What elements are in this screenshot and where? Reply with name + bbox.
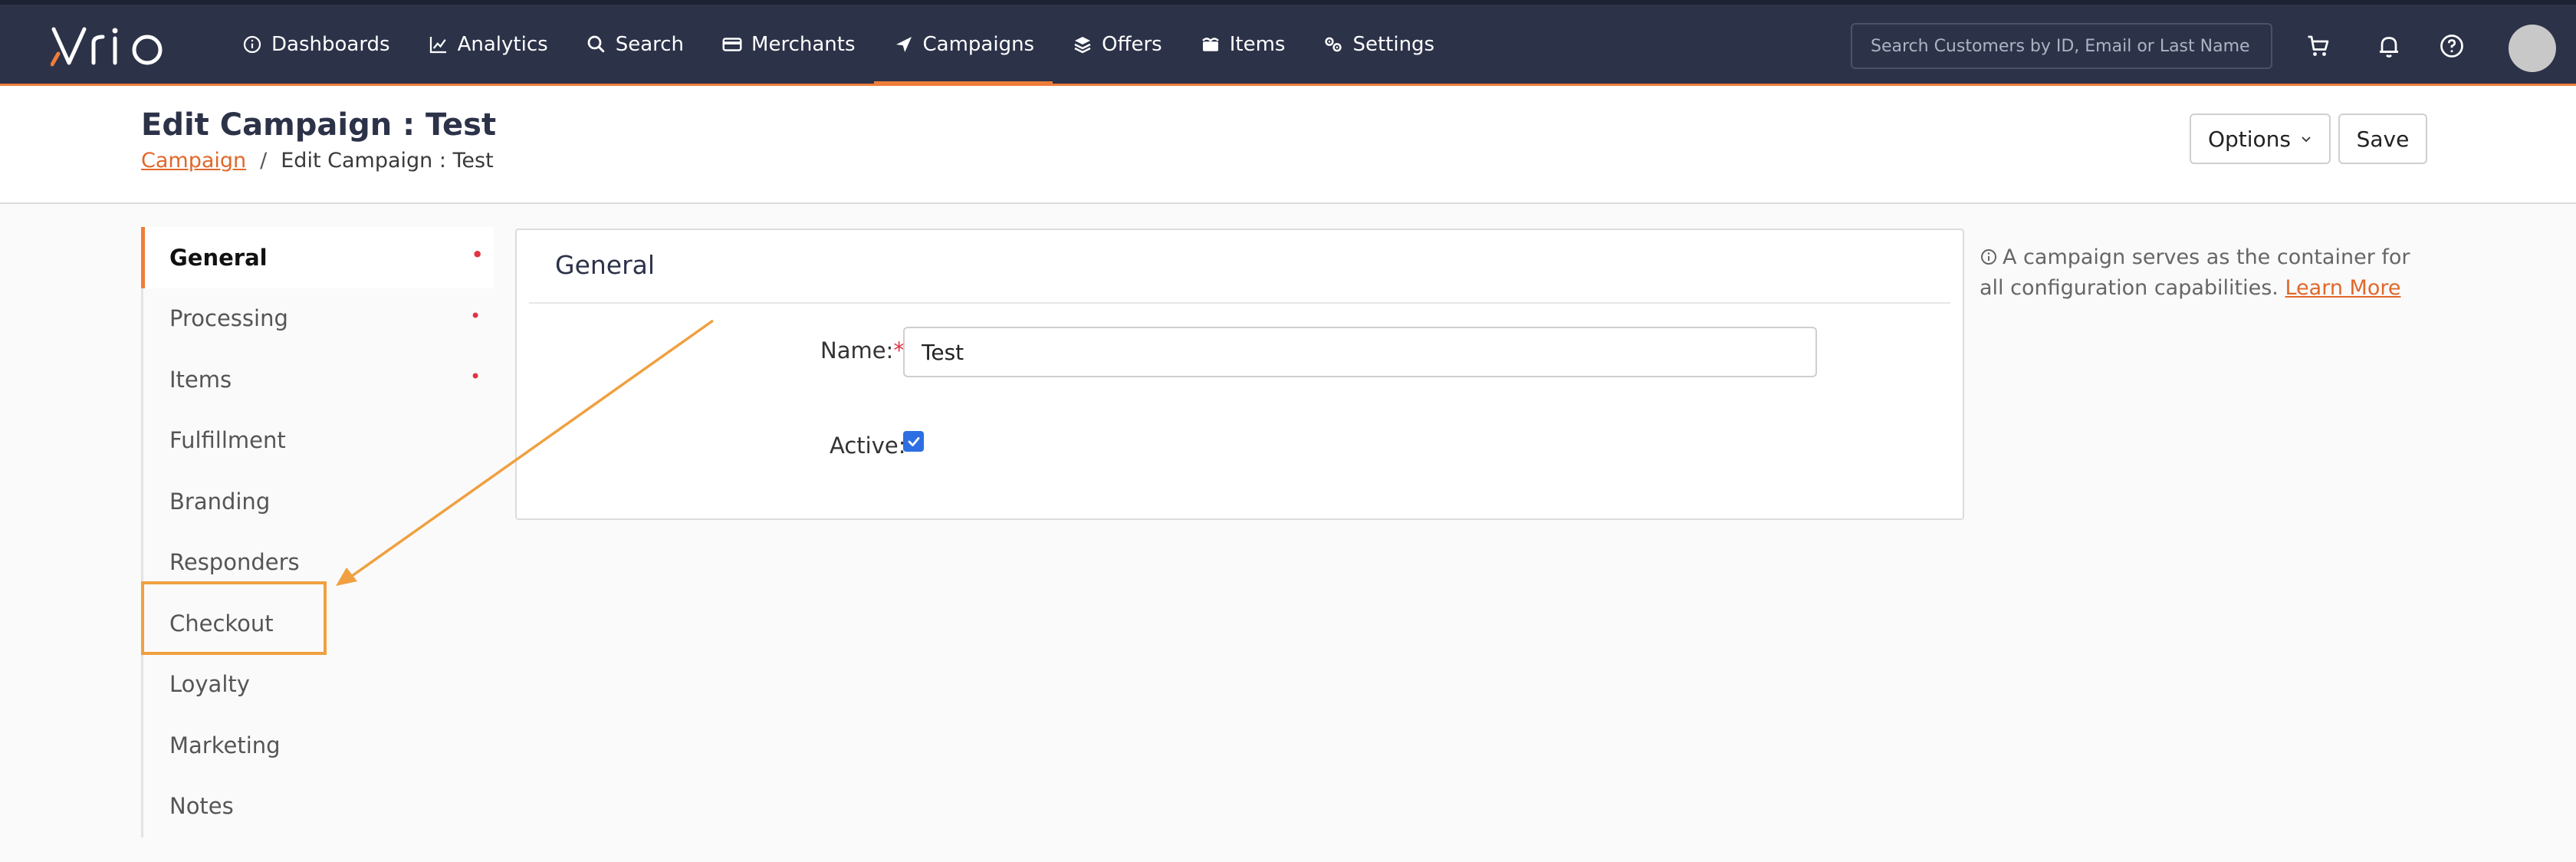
nav-label: Settings: [1352, 32, 1435, 56]
cart-icon[interactable]: [2305, 32, 2332, 60]
required-indicator: •: [470, 366, 481, 387]
name-field-label: Name:*: [820, 337, 905, 364]
learn-more-link[interactable]: Learn More: [2285, 276, 2400, 300]
sidebar-item-label: Processing: [169, 305, 288, 332]
search-icon: [587, 35, 604, 52]
gears-icon: [1325, 37, 1342, 51]
sidebar-item-label: Items: [169, 366, 232, 393]
send-arrow-icon: [895, 36, 912, 52]
nav-label: Items: [1229, 32, 1286, 56]
required-indicator: •: [472, 244, 484, 265]
main-nav: Dashboards Analytics Search Merchants Ca…: [222, 5, 1453, 86]
campaign-info-note: A campaign serves as the container for a…: [1980, 242, 2440, 304]
breadcrumb-campaign-link[interactable]: Campaign: [141, 149, 246, 173]
card-divider: [529, 302, 1950, 304]
line-chart-icon: [429, 36, 446, 53]
vrio-logo[interactable]: [51, 26, 173, 69]
nav-label: Analytics: [457, 32, 548, 56]
page-title: Edit Campaign : Test: [141, 107, 497, 143]
sidebar-item-label: Fulfillment: [169, 427, 286, 454]
sidebar-item-label: Marketing: [169, 732, 281, 758]
help-icon[interactable]: [2438, 32, 2466, 60]
avatar[interactable]: [2509, 25, 2556, 72]
sidebar-item-checkout[interactable]: Checkout: [143, 593, 494, 654]
customer-search-input[interactable]: [1851, 23, 2272, 69]
nav-settings[interactable]: Settings: [1303, 5, 1453, 84]
sidebar-item-notes[interactable]: Notes: [143, 776, 494, 837]
nav-merchants[interactable]: Merchants: [702, 5, 873, 84]
sidebar-item-label: General: [169, 244, 268, 271]
campaign-sections-sidebar: General • Processing • Items • Fulfillme…: [141, 227, 494, 837]
checkmark-icon: [908, 436, 919, 446]
nav-label: Merchants: [751, 32, 856, 56]
sidebar-item-label: Loyalty: [169, 671, 250, 698]
sidebar-item-label: Notes: [169, 793, 234, 820]
info-circle-icon: [1981, 249, 1996, 265]
nav-items[interactable]: Items: [1181, 5, 1304, 84]
sidebar-item-marketing[interactable]: Marketing: [143, 715, 494, 776]
sidebar-item-loyalty[interactable]: Loyalty: [143, 654, 494, 716]
required-indicator: •: [470, 304, 481, 327]
active-checkbox[interactable]: [903, 431, 924, 452]
breadcrumb-separator: /: [260, 149, 268, 173]
breadcrumb-current: Edit Campaign : Test: [281, 149, 494, 173]
sidebar-item-label: Responders: [169, 549, 300, 576]
nav-label: Dashboards: [271, 32, 390, 56]
sidebar-item-label: Branding: [169, 488, 271, 515]
sidebar-item-processing[interactable]: Processing •: [143, 288, 494, 350]
credit-card-icon: [722, 37, 742, 51]
sidebar-item-general[interactable]: General •: [141, 227, 494, 288]
options-label: Options: [2207, 126, 2292, 152]
page-header: Edit Campaign : Test Campaign / Edit Cam…: [0, 86, 2576, 204]
layers-icon: [1074, 36, 1091, 53]
nav-offers[interactable]: Offers: [1053, 5, 1181, 84]
general-settings-card: General Name:* Active:: [515, 229, 1964, 520]
bell-icon[interactable]: [2375, 32, 2403, 60]
sidebar-item-items[interactable]: Items •: [143, 349, 494, 410]
active-field-label: Active:: [830, 433, 906, 459]
sidebar-item-responders[interactable]: Responders: [143, 532, 494, 594]
name-label-text: Name:: [820, 337, 894, 364]
sidebar-item-label: Checkout: [169, 610, 274, 637]
top-navigation-bar: Dashboards Analytics Search Merchants Ca…: [0, 0, 2576, 86]
info-circle-icon: [243, 35, 261, 53]
nav-label: Search: [615, 32, 685, 56]
nav-label: Campaigns: [922, 32, 1035, 56]
nav-dashboards[interactable]: Dashboards: [222, 5, 409, 84]
sidebar-item-branding[interactable]: Branding: [143, 471, 494, 532]
options-button[interactable]: Options: [2190, 114, 2331, 164]
campaign-name-input[interactable]: [903, 327, 1817, 377]
nav-search[interactable]: Search: [567, 5, 702, 84]
nav-campaigns[interactable]: Campaigns: [873, 5, 1053, 86]
card-title: General: [555, 250, 656, 280]
nav-label: Offers: [1102, 32, 1162, 56]
chevron-down-icon: [2302, 137, 2311, 143]
nav-analytics[interactable]: Analytics: [409, 5, 567, 84]
save-button[interactable]: Save: [2338, 114, 2427, 164]
box-icon: [1201, 37, 1219, 51]
breadcrumb: Campaign / Edit Campaign : Test: [141, 149, 494, 173]
sidebar-item-fulfillment[interactable]: Fulfillment: [143, 410, 494, 472]
